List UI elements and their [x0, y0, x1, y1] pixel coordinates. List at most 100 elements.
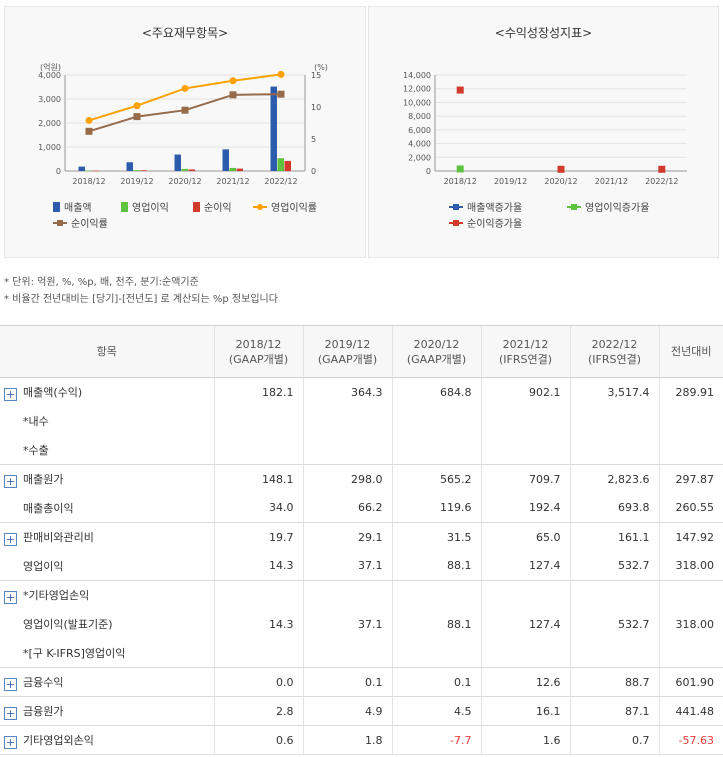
point-순이익률[interactable] — [181, 106, 189, 114]
bar-순이익[interactable] — [188, 169, 196, 171]
row-label-text: 영업이익(발표기준) — [23, 618, 113, 631]
bar-순이익[interactable] — [92, 170, 100, 172]
table-cell: 0.7 — [569, 725, 659, 755]
table-cell: 0.1 — [302, 667, 392, 697]
table-row[interactable]: + 금융수익 0.0 0.1 0.1 12.6 88.7 601.90 — [0, 667, 723, 697]
point-영업이익률[interactable] — [85, 116, 93, 124]
legend-item[interactable]: 순이익증가율 — [449, 215, 522, 230]
point-순이익률[interactable] — [229, 91, 237, 99]
row-label-text: *수출 — [23, 443, 49, 457]
table-cell: 119.6 — [391, 493, 481, 523]
point-순이익률[interactable] — [133, 113, 141, 121]
table-cell: 2,823.6 — [569, 464, 659, 494]
x-tick-label: 2020/12 — [544, 177, 577, 186]
table-cell: 65.0 — [480, 522, 570, 552]
table-cell: 147.92 — [658, 522, 723, 552]
point-영업이익증가율[interactable] — [456, 165, 464, 173]
legend-item[interactable]: 매출액증가율 — [449, 199, 522, 214]
table-cell — [480, 435, 570, 465]
table-cell: 289.91 — [658, 377, 723, 407]
table-cell: 88.7 — [569, 667, 659, 697]
point-순이익증가율[interactable] — [456, 86, 464, 94]
header-yoy: 전년대비 — [658, 325, 723, 378]
table-row: *[구 K-IFRS]영업이익 — [0, 638, 723, 668]
chart-title: <수익성장성지표> — [494, 26, 593, 40]
table-cell: 87.1 — [569, 696, 659, 726]
point-순이익률[interactable] — [277, 90, 285, 98]
table-row[interactable]: + 매출원가 148.1 298.0 565.2 709.7 2,823.6 297.87 — [0, 464, 723, 494]
point-영업이익률[interactable] — [133, 102, 141, 110]
x-tick-label: 2021/12 — [216, 177, 249, 186]
legend-item[interactable]: 순이익률 — [53, 215, 108, 230]
table-cell: 0.0 — [213, 667, 303, 697]
header-period: 2022/12 (IFRS연결) — [569, 325, 659, 378]
bar-매출액[interactable] — [126, 162, 134, 171]
point-영업이익률[interactable] — [181, 84, 189, 92]
table-cell: 318.00 — [658, 551, 723, 581]
expand-icon[interactable]: + — [4, 706, 17, 720]
bar-영업이익[interactable] — [277, 158, 285, 171]
chart-legend: 매출액증가율 영업이익증가율 순이익증가율 — [449, 199, 714, 233]
table-row[interactable]: + 금융원가 2.8 4.9 4.5 16.1 87.1 441.48 — [0, 696, 723, 726]
table-row[interactable]: + *기타영업손익 — [0, 580, 723, 610]
table-cell — [480, 406, 570, 436]
financial-table: 항목 2018/12 (GAAP개별) 2019/12 (GAAP개별) 2020/… — [0, 325, 723, 755]
row-label: + 판매비와관리비 — [0, 523, 214, 552]
bar-영업이익[interactable] — [133, 170, 141, 171]
table-cell: 127.4 — [480, 609, 570, 639]
bar-매출액[interactable] — [78, 166, 86, 171]
x-tick-label: 2018/12 — [72, 177, 105, 186]
header-item: 항목 — [0, 325, 214, 378]
bar-매출액[interactable] — [174, 154, 182, 171]
bar-순이익[interactable] — [236, 168, 244, 171]
table-cell — [391, 435, 481, 465]
table-cell: 148.1 — [213, 464, 303, 494]
table-row[interactable]: + 판매비와관리비 19.7 29.1 31.5 65.0 161.1 147.92 — [0, 522, 723, 552]
bar-순이익[interactable] — [140, 170, 148, 171]
expand-icon[interactable]: + — [4, 677, 17, 691]
legend-swatch-icon — [449, 219, 463, 226]
row-label-text: 금융원가 — [23, 704, 64, 718]
bar-순이익[interactable] — [284, 160, 292, 171]
header-period: 2019/12 (GAAP개별) — [302, 325, 392, 378]
point-순이익률[interactable] — [85, 127, 93, 135]
table-cell — [658, 406, 723, 436]
header-period: 2021/12 (IFRS연결) — [480, 325, 570, 378]
legend-item[interactable]: 매출액 — [53, 199, 92, 214]
legend-swatch-icon — [53, 201, 60, 212]
table-cell: 66.2 — [302, 493, 392, 523]
expand-icon[interactable]: + — [4, 474, 17, 488]
y2-axis-unit: (%) — [314, 63, 328, 72]
row-label-text: 기타영업외손익 — [23, 733, 94, 747]
row-label: + 매출원가 — [0, 465, 214, 494]
row-label: + 기타영업외손익 — [0, 725, 214, 755]
table-cell: 12.6 — [480, 667, 570, 697]
chart-legend: 매출액 영업이익 순이익 영업이익률 순이익률 — [53, 199, 363, 233]
table-cell — [391, 406, 481, 436]
point-영업이익률[interactable] — [277, 70, 285, 78]
legend-swatch-icon — [253, 203, 267, 210]
expand-icon[interactable]: + — [4, 532, 17, 546]
bar-매출액[interactable] — [222, 149, 230, 171]
table-cell: 297.87 — [658, 464, 723, 494]
expand-icon[interactable]: + — [4, 590, 17, 604]
expand-icon[interactable]: + — [4, 735, 17, 749]
legend-item[interactable]: 영업이익증가율 — [567, 199, 649, 214]
table-row[interactable]: + 매출액(수익) 182.1 364.3 684.8 902.1 3,517.4 289.9… — [0, 377, 723, 407]
point-영업이익률[interactable] — [229, 77, 237, 85]
legend-item[interactable]: 영업이익 — [121, 199, 169, 214]
table-cell: 565.2 — [391, 464, 481, 494]
point-순이익증가율[interactable] — [658, 165, 666, 173]
y-axis-unit: (억원) — [40, 62, 61, 72]
bar-매출액[interactable] — [270, 86, 278, 171]
table-row[interactable]: + 기타영업외손익 0.6 1.8 -7.7 1.6 0.7 -57.63 — [0, 725, 723, 755]
point-순이익증가율[interactable] — [557, 165, 565, 173]
bar-영업이익[interactable] — [85, 170, 93, 172]
table-cell: 192.4 — [480, 493, 570, 523]
legend-item[interactable]: 순이익 — [193, 199, 232, 214]
legend-item[interactable]: 영업이익률 — [253, 199, 317, 214]
bar-영업이익[interactable] — [181, 168, 189, 171]
bar-영업이익[interactable] — [229, 167, 237, 171]
expand-icon[interactable]: + — [4, 387, 17, 401]
row-label-text: *[구 K-IFRS]영업이익 — [23, 646, 126, 660]
